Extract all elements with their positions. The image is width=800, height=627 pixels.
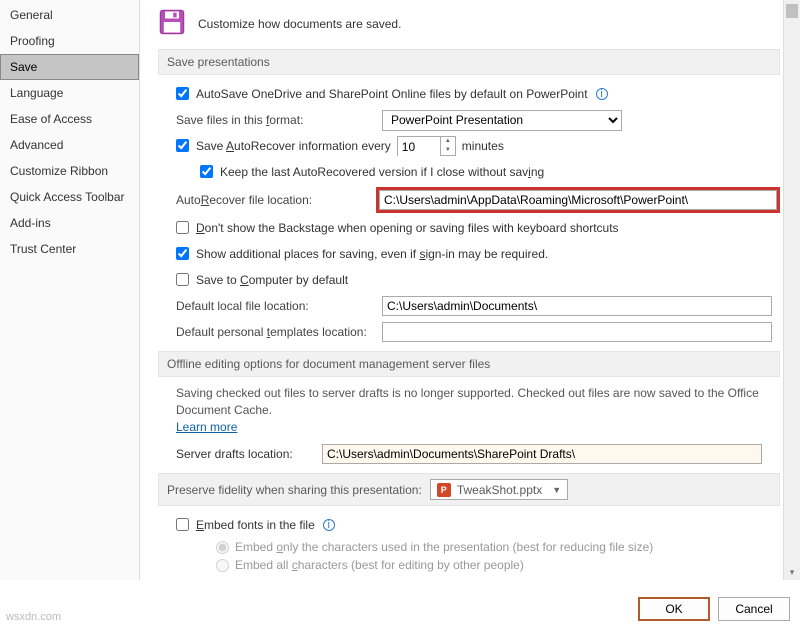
sidebar-item-language[interactable]: Language	[0, 80, 139, 106]
embed-all-label: Embed all characters (best for editing b…	[235, 558, 524, 572]
options-content: Customize how documents are saved. Save …	[140, 0, 800, 580]
server-drafts-input[interactable]	[322, 444, 762, 464]
dont-show-backstage-checkbox[interactable]	[176, 221, 189, 234]
embed-all-radio	[216, 559, 229, 572]
sidebar-item-save[interactable]: Save	[0, 54, 139, 80]
save-icon	[158, 8, 186, 39]
autorecover-label: Save AutoRecover information every	[196, 139, 391, 153]
presentation-filename: TweakShot.pptx	[457, 483, 542, 497]
default-templates-label: Default personal templates location:	[176, 325, 376, 339]
embed-fonts-checkbox[interactable]	[176, 518, 189, 531]
autosave-checkbox[interactable]	[176, 87, 189, 100]
sidebar-item-general[interactable]: General	[0, 2, 139, 28]
options-sidebar: General Proofing Save Language Ease of A…	[0, 0, 140, 580]
preserve-fidelity-label: Preserve fidelity when sharing this pres…	[167, 483, 422, 497]
powerpoint-file-icon: P	[437, 483, 451, 497]
keep-last-label: Keep the last AutoRecovered version if I…	[220, 165, 544, 179]
autorecover-minutes-input[interactable]	[398, 137, 440, 157]
autorecover-location-highlight	[376, 187, 780, 213]
info-icon[interactable]: i	[596, 88, 608, 100]
autorecover-location-label: AutoRecover file location:	[176, 193, 370, 207]
dont-show-backstage-label: Don't show the Backstage when opening or…	[196, 221, 619, 235]
sidebar-item-quick-access-toolbar[interactable]: Quick Access Toolbar	[0, 184, 139, 210]
minutes-label: minutes	[462, 139, 504, 153]
info-icon[interactable]: i	[323, 519, 335, 531]
section-offline: Offline editing options for document man…	[158, 351, 780, 377]
default-local-label: Default local file location:	[176, 299, 376, 313]
watermark: wsxdn.com	[6, 611, 61, 623]
scrollbar-thumb[interactable]	[786, 4, 798, 18]
save-computer-checkbox[interactable]	[176, 273, 189, 286]
sidebar-item-advanced[interactable]: Advanced	[0, 132, 139, 158]
save-format-label: Save files in this format:	[176, 113, 376, 127]
offline-note: Saving checked out files to server draft…	[176, 385, 780, 419]
default-templates-input[interactable]	[382, 322, 772, 342]
save-computer-label: Save to Computer by default	[196, 273, 348, 287]
section-save-presentations: Save presentations	[158, 49, 780, 75]
cancel-button[interactable]: Cancel	[718, 597, 790, 621]
save-format-select[interactable]: PowerPoint Presentation	[382, 110, 622, 131]
spinner-down-icon[interactable]: ▼	[441, 146, 455, 155]
embed-only-radio	[216, 541, 229, 554]
vertical-scrollbar[interactable]: ▴ ▾	[783, 0, 800, 580]
autorecover-checkbox[interactable]	[176, 139, 189, 152]
learn-more-link[interactable]: Learn more	[176, 420, 237, 434]
spinner-up-icon[interactable]: ▲	[441, 137, 455, 146]
autorecover-location-input[interactable]	[379, 190, 777, 210]
embed-only-label: Embed only the characters used in the pr…	[235, 540, 653, 554]
chevron-down-icon: ▼	[552, 485, 561, 495]
dialog-buttons: OK Cancel	[638, 597, 790, 621]
server-drafts-label: Server drafts location:	[176, 447, 316, 461]
ok-button[interactable]: OK	[638, 597, 710, 621]
show-additional-label: Show additional places for saving, even …	[196, 247, 548, 261]
presentation-selector[interactable]: P TweakShot.pptx ▼	[430, 479, 568, 500]
section-preserve: Preserve fidelity when sharing this pres…	[158, 473, 780, 506]
keep-last-checkbox[interactable]	[200, 165, 213, 178]
sidebar-item-proofing[interactable]: Proofing	[0, 28, 139, 54]
sidebar-item-add-ins[interactable]: Add-ins	[0, 210, 139, 236]
sidebar-item-trust-center[interactable]: Trust Center	[0, 236, 139, 262]
scroll-down-icon[interactable]: ▾	[784, 567, 800, 578]
autorecover-minutes-spinner[interactable]: ▲▼	[397, 136, 456, 156]
sidebar-item-ease-of-access[interactable]: Ease of Access	[0, 106, 139, 132]
sidebar-item-customize-ribbon[interactable]: Customize Ribbon	[0, 158, 139, 184]
embed-fonts-label: Embed fonts in the file	[196, 518, 315, 532]
autosave-label: AutoSave OneDrive and SharePoint Online …	[196, 87, 588, 101]
default-local-input[interactable]	[382, 296, 772, 316]
page-subtitle: Customize how documents are saved.	[198, 17, 401, 31]
show-additional-checkbox[interactable]	[176, 247, 189, 260]
